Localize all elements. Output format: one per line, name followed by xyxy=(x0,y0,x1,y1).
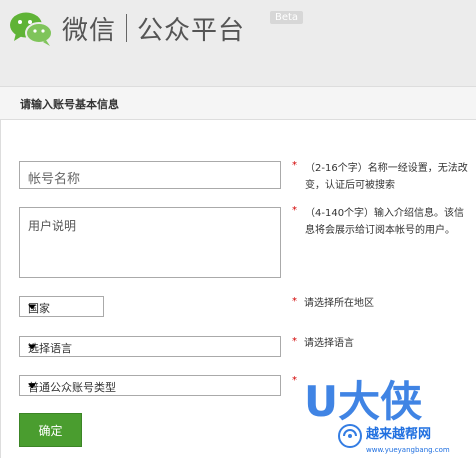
brand-weixin: 微信 xyxy=(62,15,117,46)
language-required-mark: * xyxy=(292,336,297,347)
description-hint: （4-140个字）输入介绍信息。该信息将会展示给订阅本帐号的用户。 xyxy=(305,208,465,236)
beta-badge: Beta xyxy=(270,11,304,24)
account-type-value: 普通公众账号类型 xyxy=(28,381,116,394)
description-required-mark: * xyxy=(292,205,297,216)
svg-text:越来越帮网: 越来越帮网 xyxy=(365,426,431,442)
svg-text:U大侠: U大侠 xyxy=(304,377,423,426)
account-type-dropdown-arrow-icon xyxy=(28,383,36,388)
account-name-input[interactable]: 帐号名称 xyxy=(19,161,281,189)
brand-platform: 公众平台 xyxy=(137,15,246,46)
language-hint: 请选择语言 xyxy=(304,338,354,349)
country-hint: 请选择所在地区 xyxy=(304,298,374,309)
country-dropdown-arrow-icon xyxy=(28,304,36,309)
description-placeholder: 用户说明 xyxy=(28,219,77,233)
account-name-required-mark: * xyxy=(292,160,297,171)
account-name-placeholder: 帐号名称 xyxy=(28,172,81,187)
watermark-logo-icon: U大侠 越来越帮网 www.yueyangbang.com xyxy=(304,377,450,454)
account-name-hint: （2-16个字）名称一经设置，无法改变，认证后可被搜索 xyxy=(305,163,468,191)
wechat-logo-icon xyxy=(10,12,53,46)
language-dropdown-arrow-icon xyxy=(28,344,36,349)
confirm-button[interactable]: 确定 xyxy=(19,413,82,447)
section-header: 请输入账号基本信息 xyxy=(0,86,476,120)
country-required-mark: * xyxy=(292,296,297,307)
country-select[interactable]: 国家 xyxy=(19,296,104,317)
svg-text:www.yueyangbang.com: www.yueyangbang.com xyxy=(366,446,450,454)
watermark: U大侠 越来越帮网 www.yueyangbang.com xyxy=(300,372,476,458)
top-header: 微信 公众平台 Beta xyxy=(0,0,476,86)
account-type-select[interactable]: 普通公众账号类型 xyxy=(19,375,281,396)
language-select[interactable]: 选择语言 xyxy=(19,336,281,357)
account-type-required-mark: * xyxy=(292,375,297,386)
description-textarea[interactable]: 用户说明 xyxy=(19,207,281,278)
brand-title: 微信 公众平台 xyxy=(62,8,245,48)
brand-divider xyxy=(126,14,128,42)
section-title: 请输入账号基本信息 xyxy=(20,98,119,111)
